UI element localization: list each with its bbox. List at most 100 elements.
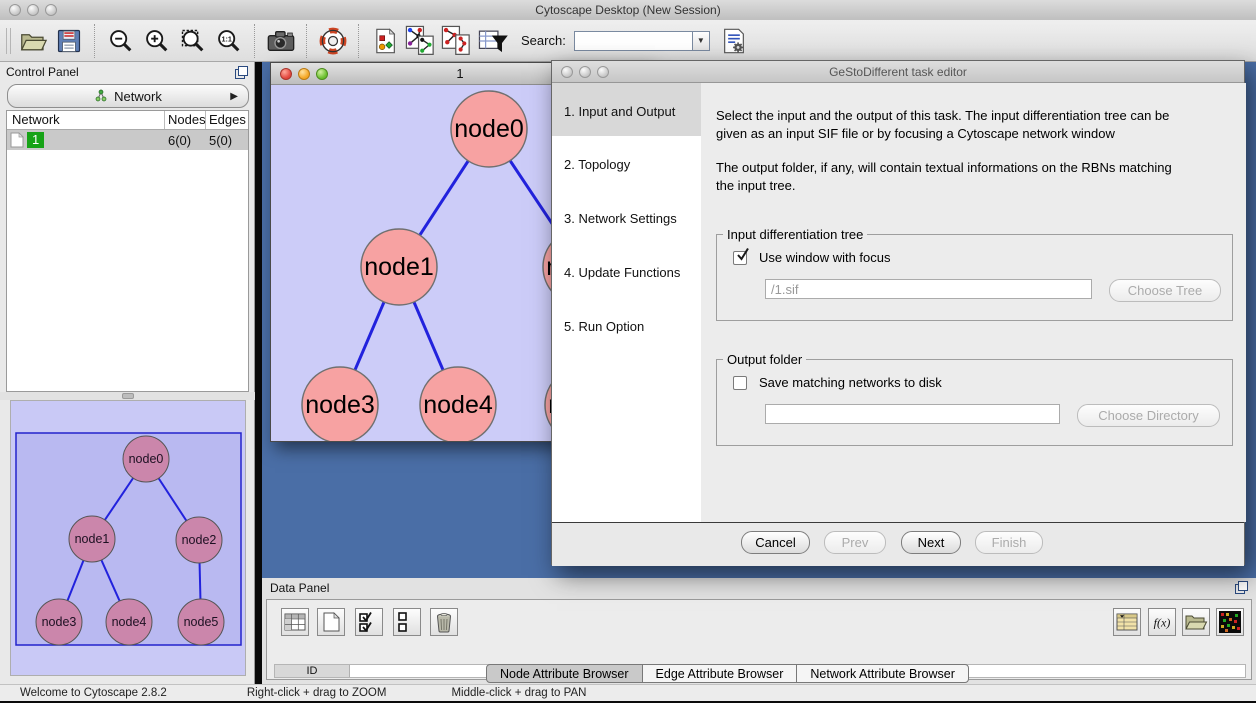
- open-file-icon: [18, 26, 48, 56]
- svg-text:node3: node3: [42, 615, 77, 629]
- input-tree-path-field[interactable]: [765, 279, 1092, 299]
- open-folder-icon: [1184, 612, 1208, 632]
- search-dropdown-button[interactable]: ▼: [692, 31, 710, 51]
- step-run-option[interactable]: 5. Run Option: [564, 319, 644, 334]
- import-network-file-button[interactable]: [403, 23, 439, 59]
- help-lifering-icon: [318, 26, 348, 56]
- import-attributes-button[interactable]: [1182, 608, 1210, 636]
- heatmap-button[interactable]: [1216, 608, 1244, 636]
- select-all-attributes-button[interactable]: [355, 608, 383, 636]
- use-window-with-focus-checkbox[interactable]: [733, 251, 747, 265]
- control-panel: Control Panel Network ▶ Network Nodes Ed…: [0, 62, 255, 684]
- checked-list-icon: [358, 611, 380, 633]
- panel-splitter[interactable]: [0, 392, 255, 400]
- network-name-badge: 1: [27, 132, 44, 148]
- choose-directory-button[interactable]: Choose Directory: [1077, 404, 1220, 427]
- status-bar: Welcome to Cytoscape 2.8.2 Right-click +…: [0, 684, 1256, 701]
- search-settings-icon: [720, 27, 748, 55]
- column-header-edges[interactable]: Edges: [206, 111, 248, 129]
- toolbar-grip[interactable]: [6, 28, 11, 54]
- step-input-and-output[interactable]: 1. Input and Output: [564, 104, 675, 119]
- select-attributes-button[interactable]: [281, 608, 309, 636]
- output-folder-group: Output folder Save matching networks to …: [716, 359, 1233, 446]
- control-panel-header: Control Panel: [0, 62, 254, 82]
- main-toolbar: 1:1: [0, 20, 1256, 62]
- zoom-selected-button[interactable]: [175, 23, 211, 59]
- id-column-header[interactable]: ID: [275, 665, 350, 677]
- app-title: Cytoscape Desktop (New Session): [0, 3, 1256, 17]
- save-session-button[interactable]: [51, 23, 87, 59]
- export-image-icon: [265, 25, 297, 57]
- overview-canvas[interactable]: node0 node1 node2 node3 node4 node5: [11, 401, 245, 675]
- attribute-modification-button[interactable]: [1113, 608, 1141, 636]
- checkmark-icon: [735, 246, 751, 262]
- function-builder-button[interactable]: f(x): [1148, 608, 1176, 636]
- output-group-legend: Output folder: [723, 352, 806, 367]
- svg-text:node1: node1: [364, 253, 434, 281]
- function-icon: f(x): [1151, 612, 1173, 632]
- search-input[interactable]: [574, 31, 692, 51]
- filter-button[interactable]: [475, 23, 511, 59]
- trash-icon: [434, 611, 454, 633]
- status-pan-hint: Middle-click + drag to PAN: [451, 687, 586, 699]
- next-button[interactable]: Next: [901, 531, 961, 554]
- export-image-button[interactable]: [263, 23, 299, 59]
- zoom-out-button[interactable]: [103, 23, 139, 59]
- table-dropdown-icon: [1116, 612, 1138, 632]
- create-attribute-button[interactable]: [317, 608, 345, 636]
- svg-text:node4: node4: [112, 615, 147, 629]
- dialog-title: GeStoDifferent task editor: [552, 65, 1244, 79]
- status-welcome: Welcome to Cytoscape 2.8.2: [20, 687, 167, 699]
- prev-button[interactable]: Prev: [824, 531, 886, 554]
- float-panel-icon[interactable]: [1235, 581, 1248, 594]
- toolbar-separator: [254, 24, 256, 58]
- open-file-button[interactable]: [15, 23, 51, 59]
- column-header-network[interactable]: Network: [7, 111, 165, 129]
- step-network-settings[interactable]: 3. Network Settings: [564, 211, 677, 226]
- status-zoom-hint: Right-click + drag to ZOOM: [247, 687, 387, 699]
- chevron-down-icon: ▼: [697, 36, 705, 45]
- dialog-titlebar[interactable]: GeStoDifferent task editor: [552, 61, 1244, 83]
- zoom-actual-button[interactable]: 1:1: [211, 23, 247, 59]
- use-window-with-focus-label: Use window with focus: [759, 250, 891, 265]
- gestodifferent-task-editor-dialog: GeStoDifferent task editor 1. Input and …: [551, 60, 1245, 565]
- cancel-button[interactable]: Cancel: [741, 531, 810, 554]
- cytoscape-desktop: Cytoscape Desktop (New Session): [0, 0, 1256, 703]
- wizard-steps-sidebar: 1. Input and Output 2. Topology 3. Netwo…: [552, 83, 701, 522]
- zoom-out-icon: [107, 27, 135, 55]
- tab-network-attribute-browser[interactable]: Network Attribute Browser: [796, 664, 969, 683]
- step-topology[interactable]: 2. Topology: [564, 157, 630, 172]
- finish-button[interactable]: Finish: [975, 531, 1043, 554]
- wizard-content: Select the input and the output of this …: [701, 83, 1246, 522]
- column-header-nodes[interactable]: Nodes: [165, 111, 206, 129]
- network-tab-button[interactable]: Network ▶: [7, 84, 249, 108]
- network-overview-panel[interactable]: node0 node1 node2 node3 node4 node5: [10, 400, 246, 676]
- filter-icon: [477, 26, 509, 56]
- tab-node-attribute-browser[interactable]: Node Attribute Browser: [486, 664, 643, 683]
- svg-text:1:1: 1:1: [221, 34, 231, 43]
- document-icon: [10, 132, 24, 148]
- network-edges-count: 5(0): [206, 133, 248, 148]
- zoom-in-button[interactable]: [139, 23, 175, 59]
- float-panel-icon[interactable]: [235, 66, 248, 79]
- delete-attribute-button[interactable]: [430, 608, 458, 636]
- search-settings-button[interactable]: [716, 23, 752, 59]
- svg-text:node3: node3: [305, 391, 375, 419]
- save-matching-networks-checkbox[interactable]: [733, 376, 747, 390]
- vizmapper-button[interactable]: [367, 23, 403, 59]
- chevron-right-icon[interactable]: ▶: [230, 91, 238, 102]
- input-group-legend: Input differentiation tree: [723, 227, 867, 242]
- svg-text:node4: node4: [423, 391, 493, 419]
- unselect-all-attributes-button[interactable]: [393, 608, 421, 636]
- import-network-table-icon: [440, 25, 474, 57]
- step-update-functions[interactable]: 4. Update Functions: [564, 265, 680, 280]
- help-button[interactable]: [315, 23, 351, 59]
- toolbar-separator: [94, 24, 96, 58]
- output-folder-path-field[interactable]: [765, 404, 1060, 424]
- network-table-row[interactable]: 1 6(0) 5(0): [7, 130, 248, 150]
- new-document-icon: [322, 612, 340, 632]
- svg-text:node0: node0: [454, 115, 524, 143]
- import-network-table-button[interactable]: [439, 23, 475, 59]
- tab-edge-attribute-browser[interactable]: Edge Attribute Browser: [642, 664, 798, 683]
- choose-tree-button[interactable]: Choose Tree: [1109, 279, 1221, 302]
